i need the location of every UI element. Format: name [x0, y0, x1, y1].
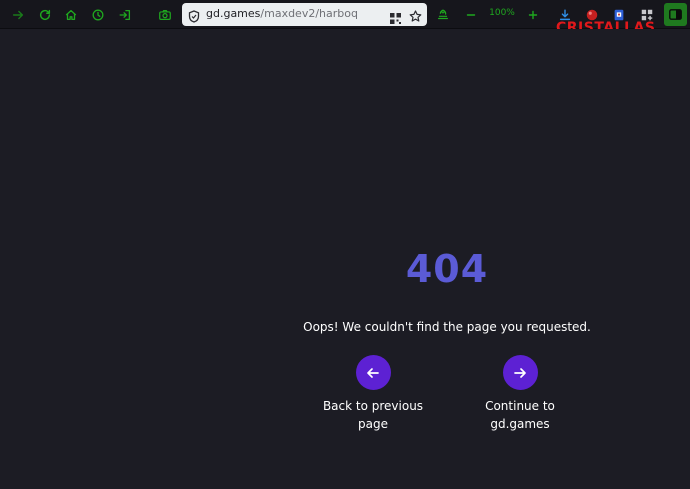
- shield-icon[interactable]: [188, 8, 200, 27]
- star-icon[interactable]: [409, 8, 422, 27]
- home-icon[interactable]: [61, 5, 80, 24]
- camera-icon[interactable]: [155, 5, 174, 24]
- error-message: Oops! We couldn't find the page you requ…: [303, 320, 591, 334]
- clock-icon[interactable]: [88, 5, 107, 24]
- arrow-left-icon: [367, 367, 379, 378]
- plus-icon[interactable]: [523, 5, 542, 24]
- back-circle[interactable]: [355, 355, 391, 390]
- error-code: 404: [405, 247, 489, 291]
- back-label-line2: page: [358, 417, 388, 431]
- continue-label-line1: Continue to: [485, 399, 555, 413]
- url-text: gd.games/maxdev2/harboq: [206, 7, 358, 20]
- back-button[interactable]: Back to previous page: [313, 355, 433, 433]
- continue-label-line2: gd.games: [490, 417, 550, 431]
- sidebar-toggle-icon[interactable]: [664, 3, 687, 26]
- continue-button[interactable]: Continue to gd.games: [460, 355, 580, 433]
- back-label-line1: Back to previous: [322, 399, 424, 413]
- address-bar[interactable]: gd.games/maxdev2/harboq: [182, 3, 427, 26]
- arrow-right-icon: [514, 367, 526, 378]
- browser-toolbar: gd.games/maxdev2/harboq 100% CRISTALLAS: [0, 0, 690, 29]
- minus-icon[interactable]: [461, 5, 480, 24]
- reload-icon[interactable]: [35, 5, 54, 24]
- url-path: /maxdev2/harboq: [260, 7, 358, 20]
- reader-mode-icon[interactable]: [433, 5, 452, 24]
- login-icon[interactable]: [115, 5, 134, 24]
- overlay-watermark-text: CRISTALLAS: [556, 20, 656, 29]
- forward-arrow-icon[interactable]: [8, 5, 27, 24]
- url-domain: gd.games: [206, 7, 261, 20]
- qr-code-icon[interactable]: [390, 9, 401, 28]
- back-label[interactable]: Back to previous page: [313, 397, 433, 433]
- continue-label[interactable]: Continue to gd.games: [460, 397, 580, 433]
- continue-circle[interactable]: [502, 355, 538, 390]
- zoom-level[interactable]: 100%: [485, 8, 519, 18]
